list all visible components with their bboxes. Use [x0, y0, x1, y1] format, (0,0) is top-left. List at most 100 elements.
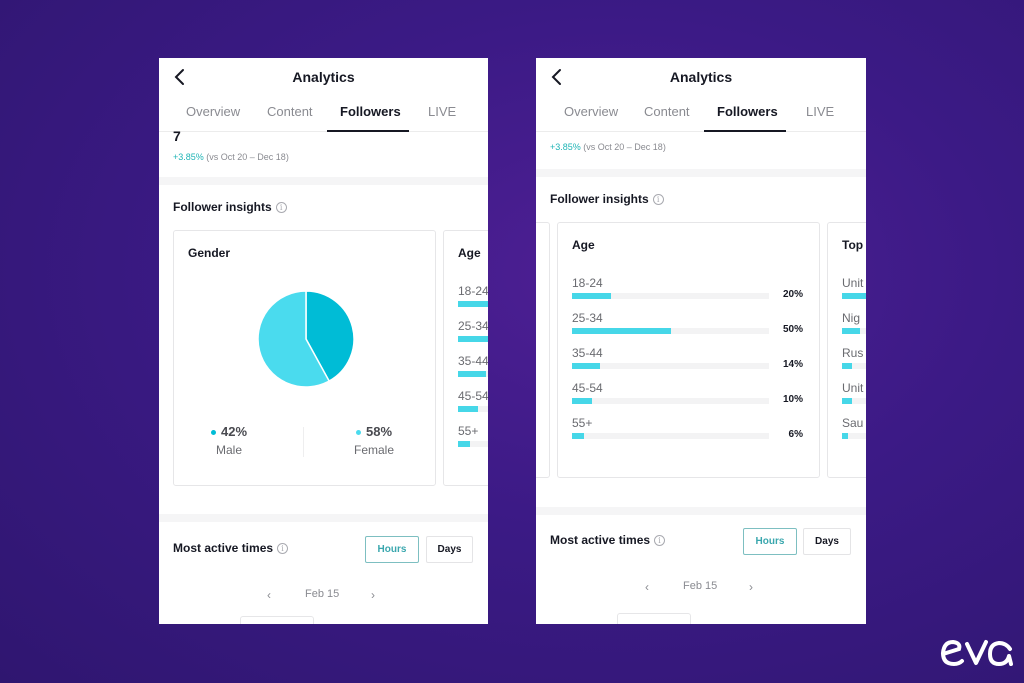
age-row: 25-34 50% [572, 311, 803, 335]
age-card-partial[interactable]: Age 18-24 25-34 35-44 45-54 55+ [443, 230, 488, 486]
age-row: 55+ [458, 424, 488, 447]
age-bar-track [458, 441, 488, 447]
followers-total: 7 [173, 128, 181, 144]
age-row: 18-24 [458, 284, 488, 307]
change-percent: +3.85% [550, 142, 581, 152]
age-bar-track [572, 433, 769, 439]
tab-bar: Overview Content Followers LIVE [159, 94, 488, 132]
most-active-heading: Most active times i [173, 541, 289, 555]
age-bar-fill [458, 441, 470, 447]
next-date-chevron-right-icon[interactable]: › [371, 588, 375, 602]
analytics-screen-age: Analytics Overview Content Followers LIV… [536, 58, 866, 624]
chart-card-top-edge [240, 616, 314, 624]
age-label: 35-44 [458, 354, 488, 368]
location-bar-track [842, 433, 866, 439]
tab-followers[interactable]: Followers [717, 104, 778, 119]
gender-card-title: Gender [188, 246, 231, 260]
active-tab-indicator [327, 130, 409, 132]
next-date-chevron-right-icon[interactable]: › [749, 580, 753, 594]
most-active-title: Most active times [173, 541, 274, 555]
days-button[interactable]: Days [426, 536, 473, 563]
age-bar-track [458, 371, 488, 377]
age-percent: 20% [782, 289, 803, 300]
female-dot-icon [355, 430, 361, 436]
tab-overview[interactable]: Overview [564, 104, 618, 119]
page-title: Analytics [669, 69, 733, 85]
age-row: 45-54 [458, 389, 488, 412]
prev-date-chevron-left-icon[interactable]: ‹ [645, 580, 649, 594]
location-row: Sau [842, 416, 866, 439]
age-row: 25-34 [458, 319, 488, 342]
age-card-title: Age [458, 246, 481, 260]
followers-change: +3.85% (vs Oct 20 – Dec 18) [173, 152, 289, 162]
info-icon[interactable]: i [277, 542, 289, 554]
followers-change: +3.85% (vs Oct 20 – Dec 18) [550, 142, 666, 152]
active-tab-indicator [704, 130, 786, 132]
info-icon[interactable]: i [652, 193, 664, 205]
age-bar-fill [458, 406, 478, 412]
age-bar-fill [572, 398, 592, 404]
age-bar-track [572, 363, 769, 369]
location-bar-fill [842, 398, 852, 404]
location-row: Unit [842, 276, 866, 299]
location-label: Rus [842, 346, 864, 360]
age-label: 45-54 [572, 381, 603, 395]
prev-date-chevron-left-icon[interactable]: ‹ [267, 588, 271, 602]
location-label: Nig [842, 311, 861, 325]
male-dot-icon [210, 430, 216, 436]
age-row: 55+ 6% [572, 416, 803, 440]
tab-followers[interactable]: Followers [340, 104, 401, 119]
info-icon[interactable]: i [654, 534, 666, 546]
age-label: 55+ [458, 424, 479, 438]
age-bar-fill [458, 336, 488, 342]
tab-live[interactable]: LIVE [428, 104, 456, 119]
gender-pie-chart [257, 290, 355, 388]
female-label: Female [353, 443, 394, 457]
section-divider [159, 514, 488, 522]
location-label: Unit [842, 381, 864, 395]
legend-divider [303, 427, 304, 457]
tab-overview[interactable]: Overview [186, 104, 240, 119]
follower-insights-heading: Follower insights i [550, 192, 664, 206]
age-label: 55+ [572, 416, 593, 430]
age-row: 45-54 10% [572, 381, 803, 405]
location-bar-track [842, 293, 866, 299]
age-bar-track [458, 301, 488, 307]
age-label: 45-54 [458, 389, 488, 403]
gender-card-partial[interactable] [536, 222, 550, 478]
location-row: Unit [842, 381, 866, 404]
days-button[interactable]: Days [803, 528, 851, 555]
female-percent: 58% [365, 424, 393, 439]
age-card: Age 18-24 20% 25-34 50% 35-44 14% 45-54 10% 55+ 6… [557, 222, 820, 478]
page-title: Analytics [292, 69, 355, 85]
header: Analytics [536, 58, 866, 94]
analytics-screen-gender: Analytics Overview Content Followers LIV… [159, 58, 488, 624]
hours-button[interactable]: Hours [365, 536, 419, 563]
eva-logo-icon [940, 639, 1013, 667]
tab-content[interactable]: Content [644, 104, 690, 119]
male-percent: 42% [220, 424, 248, 439]
section-divider [536, 507, 866, 515]
age-percent: 10% [782, 394, 803, 405]
tab-bar: Overview Content Followers LIVE [536, 94, 866, 132]
top-locations-card-partial[interactable]: Top Unit Nig Rus Unit Sau [827, 222, 866, 478]
location-row: Nig [842, 311, 866, 334]
tab-content[interactable]: Content [267, 104, 313, 119]
age-bar-track [572, 328, 769, 334]
current-date: Feb 15 [683, 580, 718, 592]
location-bar-fill [842, 363, 852, 369]
tab-live[interactable]: LIVE [806, 104, 834, 119]
hours-button[interactable]: Hours [743, 528, 797, 555]
age-bar-fill [572, 433, 584, 439]
age-card-title: Age [572, 238, 595, 252]
age-label: 18-24 [572, 276, 603, 290]
follower-insights-heading: Follower insights i [173, 200, 287, 214]
follower-insights-title: Follower insights [550, 192, 649, 206]
age-label: 25-34 [572, 311, 603, 325]
age-percent: 14% [782, 359, 803, 370]
gender-card: Gender 42% Male 58% Female [173, 230, 436, 486]
age-bar-fill [572, 363, 600, 369]
info-icon[interactable]: i [275, 201, 287, 213]
change-period: (vs Oct 20 – Dec 18) [203, 152, 289, 162]
age-bar-fill [572, 328, 671, 334]
